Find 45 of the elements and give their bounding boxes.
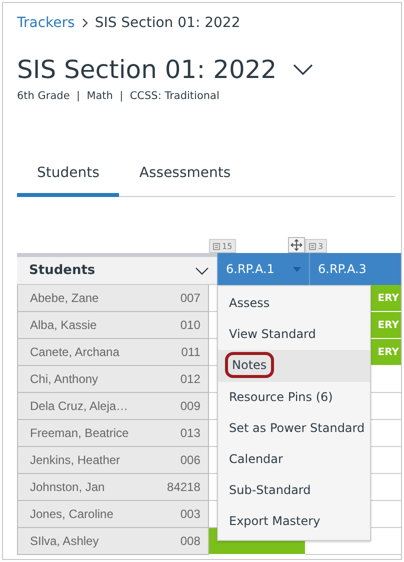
menu-item[interactable]: Calendar — [218, 444, 370, 476]
breadcrumb-current: SIS Section 01: 2022 — [94, 15, 240, 31]
course-details: 6th Grade | Math | CCSS: Traditional — [16, 89, 220, 102]
menu-item[interactable]: View Standard — [218, 319, 370, 350]
student-name: Jones, Caroline — [30, 507, 114, 521]
student-id: 012 — [180, 372, 200, 386]
student-name: SIlva, Ashley — [30, 534, 99, 548]
student-id: 006 — [180, 453, 200, 467]
student-id: 013 — [180, 426, 200, 440]
student-name: Johnston, Jan — [30, 480, 105, 494]
standard-header[interactable]: 6.RP.A.3 — [309, 253, 401, 285]
student-id: 003 — [180, 507, 200, 521]
student-id: 007 — [180, 291, 200, 305]
page-title: SIS Section 01: 2022 — [17, 55, 277, 84]
menu-item[interactable]: Resource Pins (6) — [218, 382, 370, 413]
student-name: Jenkins, Heather — [30, 453, 120, 467]
move-icon[interactable] — [288, 237, 305, 253]
student-id: 84218 — [167, 480, 200, 494]
tab[interactable]: Students — [17, 158, 120, 197]
student-id: 011 — [181, 345, 200, 359]
student-name: Alba, Kassie — [30, 318, 97, 332]
student-id: 009 — [180, 399, 200, 413]
menu-item[interactable]: Assess — [218, 288, 370, 320]
chevron-icon — [80, 18, 89, 28]
count-tag[interactable]: 3 — [305, 239, 328, 253]
count-tag[interactable]: 15 — [209, 239, 236, 253]
menu-item[interactable]: Export Mastery — [218, 506, 370, 538]
chevron-down-icon[interactable] — [292, 64, 313, 76]
student-id: 010 — [180, 318, 200, 332]
standard-header[interactable]: 6.RP.A.1 — [217, 253, 309, 285]
notes-icon — [213, 242, 220, 250]
breadcrumb-link[interactable]: Trackers — [17, 15, 75, 31]
chevron-down-icon[interactable] — [195, 266, 209, 274]
notes-icon — [309, 242, 316, 250]
student-name: Dela Cruz, Aleja… — [30, 399, 128, 413]
students-header[interactable]: Students — [17, 257, 217, 285]
student-id: 008 — [180, 534, 200, 548]
student-name: Chi, Anthony — [30, 372, 98, 386]
student-name: Freeman, Beatrice — [30, 426, 129, 440]
menu-item[interactable]: Sub-Standard — [218, 475, 370, 506]
tab[interactable]: Assessments — [119, 158, 251, 197]
menu-item[interactable]: Set as Power Standard — [218, 412, 370, 444]
student-name: Abebe, Zane — [30, 291, 99, 305]
menu-item[interactable]: Notes — [218, 350, 370, 382]
student-name: Canete, Archana — [30, 345, 120, 359]
